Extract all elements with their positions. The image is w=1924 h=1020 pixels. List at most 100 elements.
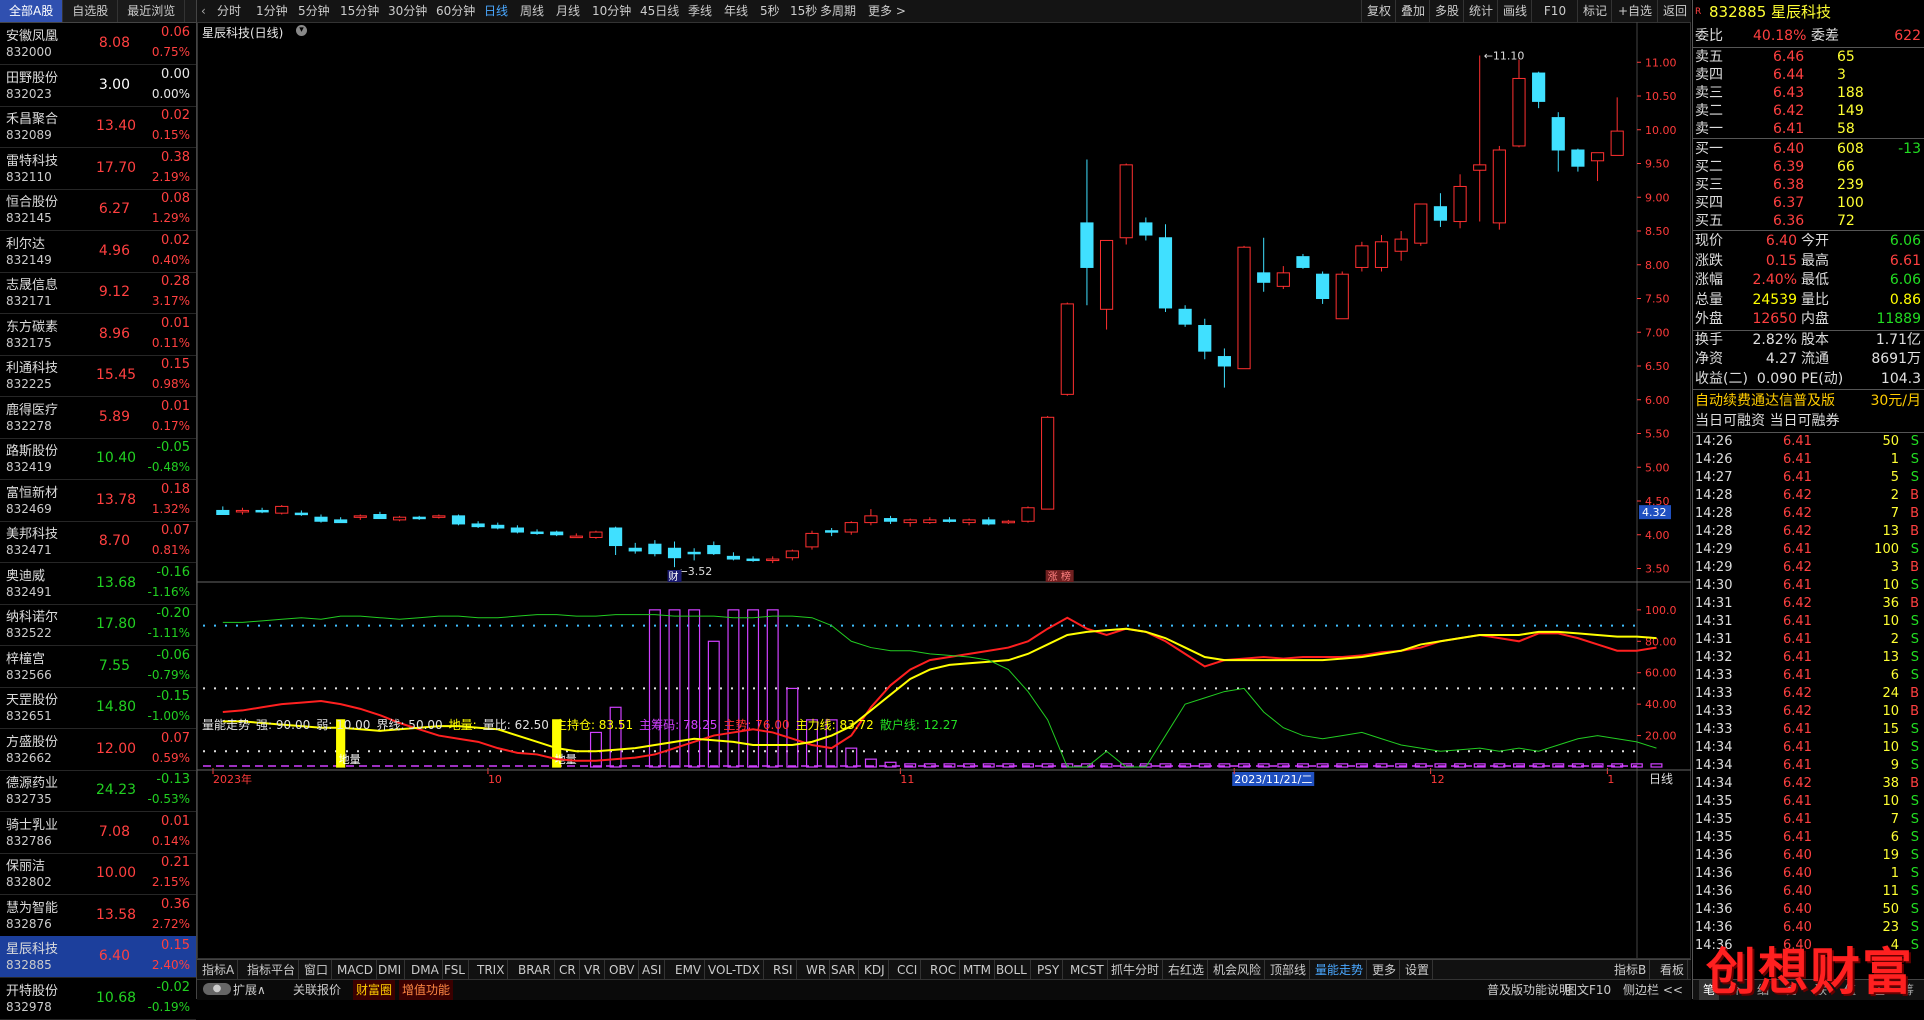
sell-level-row[interactable]: 卖一 6.41 58: [1693, 120, 1924, 138]
stock-row[interactable]: 利通科技 832225 15.45 0.15 0.98%: [0, 355, 196, 397]
status-item[interactable]: 财富圈: [353, 980, 396, 1000]
stock-row[interactable]: 方盛股份 832662 12.00 0.07 0.59%: [0, 729, 196, 771]
stock-row[interactable]: 奥迪威 832491 13.68 -0.16 -1.16%: [0, 563, 196, 605]
indicator-tab[interactable]: DMI: [375, 960, 406, 980]
sell-level-row[interactable]: 卖三 6.43 188: [1693, 84, 1924, 102]
indicator-tab-right[interactable]: 指标B: [1611, 960, 1651, 980]
back-arrow-icon[interactable]: ‹: [201, 0, 206, 22]
indicator-tab[interactable]: 量能走势: [1312, 960, 1368, 980]
indicator-tab[interactable]: MTM: [960, 960, 996, 980]
toolbar-button[interactable]: 统计: [1463, 0, 1498, 22]
indicator-tab[interactable]: 指标A: [199, 960, 239, 980]
period-tab[interactable]: 周线: [520, 0, 544, 22]
period-tab[interactable]: 分时: [217, 0, 241, 22]
indicator-tab[interactable]: 抓牛分时: [1108, 960, 1164, 980]
indicator-tab[interactable]: VOL-TDX: [705, 960, 764, 980]
status-link[interactable]: 图文F10: [1565, 980, 1611, 1000]
stock-row[interactable]: 梓橦宫 832566 7.55 -0.06 -0.79%: [0, 646, 196, 688]
period-tab[interactable]: 月线: [556, 0, 580, 22]
sell-level-row[interactable]: 卖四 6.44 3: [1693, 66, 1924, 84]
tab-recent[interactable]: 最近浏览: [118, 0, 186, 22]
promo-row[interactable]: 自动续费通达信普及版 30元/月: [1693, 391, 1924, 411]
period-tab[interactable]: 15秒: [790, 0, 817, 22]
stock-row[interactable]: 骑士乳业 832786 7.08 0.01 0.14%: [0, 812, 196, 854]
status-link[interactable]: 侧边栏 <<: [1623, 980, 1683, 1000]
stock-row[interactable]: 利尔达 832149 4.96 0.02 0.40%: [0, 231, 196, 273]
period-tab[interactable]: 5秒: [760, 0, 780, 22]
indicator-tab-right[interactable]: 看板: [1657, 960, 1689, 980]
toolbar-button[interactable]: F10: [1531, 0, 1578, 22]
indicator-tab[interactable]: EMV: [672, 960, 706, 980]
status-item[interactable]: 关联报价: [293, 980, 341, 1000]
stock-row[interactable]: 慧为智能 832876 13.58 0.36 2.72%: [0, 895, 196, 937]
toolbar-button[interactable]: 叠加: [1395, 0, 1430, 22]
indicator-tab[interactable]: VR: [581, 960, 605, 980]
indicator-tab[interactable]: 机会风险: [1210, 960, 1266, 980]
period-tab[interactable]: 10分钟: [592, 0, 631, 22]
period-tab[interactable]: 45日线: [640, 0, 679, 22]
period-tab[interactable]: 日线: [484, 0, 508, 22]
stock-row[interactable]: 富恒新材 832469 13.78 0.18 1.32%: [0, 480, 196, 522]
indicator-tab[interactable]: 右红选: [1165, 960, 1209, 980]
indicator-tab[interactable]: ROC: [927, 960, 961, 980]
financial-marker[interactable]: 财: [667, 570, 682, 583]
toggle-icon[interactable]: ●: [203, 983, 231, 995]
stock-row[interactable]: 雷特科技 832110 17.70 0.38 2.19%: [0, 148, 196, 190]
period-tab[interactable]: 年线: [724, 0, 748, 22]
indicator-tab[interactable]: MCST: [1067, 960, 1108, 980]
period-tab[interactable]: 季线: [688, 0, 712, 22]
stock-row[interactable]: 鹿得医疗 832278 5.89 0.01 0.17%: [0, 397, 196, 439]
toolbar-button[interactable]: 复权: [1361, 0, 1396, 22]
buy-level-row[interactable]: 买三 6.38 239: [1693, 176, 1924, 194]
buy-level-row[interactable]: 买二 6.39 66: [1693, 158, 1924, 176]
indicator-tab[interactable]: PSY: [1034, 960, 1064, 980]
stock-row[interactable]: 恒合股份 832145 6.27 0.08 1.29%: [0, 189, 196, 231]
toolbar-button[interactable]: 多股: [1429, 0, 1464, 22]
sell-level-row[interactable]: 卖二 6.42 149: [1693, 102, 1924, 120]
stock-row[interactable]: 志晟信息 832171 9.12 0.28 3.17%: [0, 272, 196, 314]
indicator-tab[interactable]: SAR: [828, 960, 860, 980]
stock-row[interactable]: 天罡股份 832651 14.80 -0.15 -1.00%: [0, 687, 196, 729]
indicator-tab[interactable]: MACD: [334, 960, 377, 980]
indicator-tab[interactable]: 指标平台: [244, 960, 300, 980]
indicator-tab[interactable]: RSI: [770, 960, 797, 980]
status-item[interactable]: 增值功能: [399, 980, 454, 1000]
stock-row[interactable]: 纳科诺尔 832522 17.80 -0.20 -1.11%: [0, 604, 196, 646]
period-tab[interactable]: 更多 >: [868, 0, 906, 22]
period-tab[interactable]: 60分钟: [436, 0, 475, 22]
indicator-tab[interactable]: ASI: [639, 960, 666, 980]
indicator-tab[interactable]: 窗口: [301, 960, 333, 980]
stock-row[interactable]: 东方碳素 832175 8.96 0.01 0.11%: [0, 314, 196, 356]
toolbar-button[interactable]: 返回: [1657, 0, 1692, 22]
period-tab[interactable]: 多周期: [820, 0, 856, 22]
tab-watchlist[interactable]: 自选股: [63, 0, 119, 22]
toolbar-button[interactable]: 画线: [1497, 0, 1532, 22]
stock-row[interactable]: 德源药业 832735 24.23 -0.13 -0.53%: [0, 770, 196, 812]
stock-row[interactable]: 禾昌聚合 832089 13.40 0.02 0.15%: [0, 106, 196, 148]
indicator-tab[interactable]: 更多: [1369, 960, 1401, 980]
period-tab[interactable]: 5分钟: [298, 0, 330, 22]
indicator-tab[interactable]: 设置: [1402, 960, 1434, 980]
sell-level-row[interactable]: 卖五 6.46 65: [1693, 48, 1924, 66]
status-item[interactable]: 扩展∧: [233, 980, 266, 1000]
buy-level-row[interactable]: 买四 6.37 100: [1693, 194, 1924, 212]
kline-chart-area[interactable]: 11.00 10.50 10.00 9.50 9.00 8.50 8.00 7.50 7.00 6…: [197, 22, 1691, 959]
indicator-tab[interactable]: DMA: [408, 960, 443, 980]
stock-row[interactable]: 保丽洁 832802 10.00 0.21 2.15%: [0, 853, 196, 895]
buy-level-row[interactable]: 买一 6.40 608 -13: [1693, 140, 1924, 158]
indicator-tab[interactable]: KDJ: [861, 960, 889, 980]
period-tab[interactable]: 15分钟: [340, 0, 379, 22]
stock-row[interactable]: 美邦科技 832471 8.70 0.07 0.81%: [0, 521, 196, 563]
indicator-tab[interactable]: 顶部线: [1267, 960, 1311, 980]
limit-up-marker[interactable]: 涨 榜: [1045, 570, 1074, 583]
stock-row[interactable]: 路斯股份 832419 10.40 -0.05 -0.48%: [0, 438, 196, 480]
period-tab[interactable]: 30分钟: [388, 0, 427, 22]
status-link[interactable]: 普及版功能说明: [1487, 980, 1571, 1000]
indicator-tab[interactable]: BOLL: [993, 960, 1031, 980]
chevron-down-icon[interactable]: ▾: [296, 25, 307, 36]
indicator-tab[interactable]: CCI: [894, 960, 922, 980]
indicator-tab[interactable]: TRIX: [474, 960, 509, 980]
toolbar-button[interactable]: +自选: [1611, 0, 1658, 22]
stock-row[interactable]: 星辰科技 832885 6.40 0.15 2.40%: [0, 936, 196, 978]
tab-all-a[interactable]: 全部A股: [0, 0, 64, 22]
